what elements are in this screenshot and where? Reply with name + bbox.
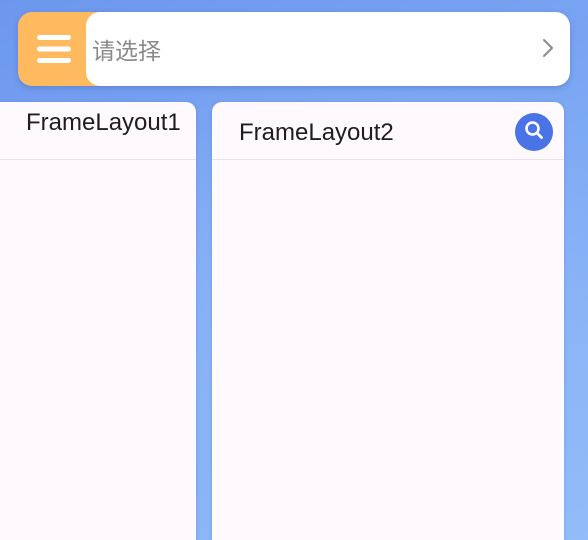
panel-title: FrameLayout2 [239, 119, 394, 146]
selector-bar: 请选择 [18, 12, 570, 86]
frame-layout-panel-1: FrameLayout1 [0, 102, 196, 540]
chevron-right-icon [542, 38, 554, 62]
panel-title: FrameLayout1 [26, 109, 181, 136]
frame-layout-panel-2: FrameLayout2 [212, 102, 564, 540]
search-icon [523, 119, 545, 145]
search-button[interactable] [515, 113, 553, 151]
panel-header: FrameLayout1 [0, 102, 196, 160]
menu-icon [37, 34, 71, 64]
select-placeholder: 请选择 [92, 39, 161, 65]
panel-header: FrameLayout2 [212, 102, 564, 160]
select-dropdown[interactable]: 请选择 [86, 12, 570, 86]
